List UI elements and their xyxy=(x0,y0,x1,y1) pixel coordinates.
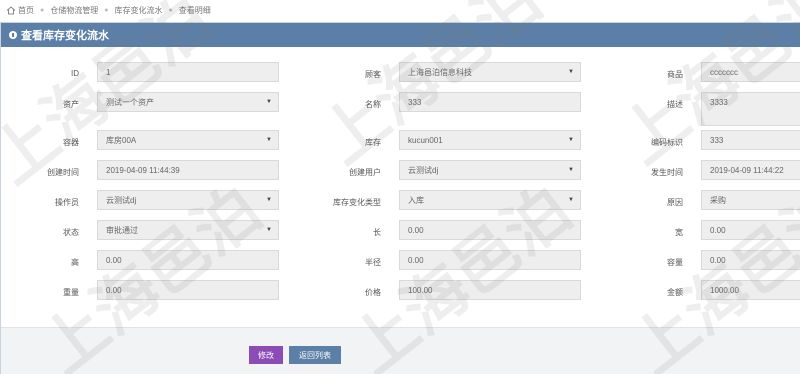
status-select[interactable]: 审批通过 ▼ xyxy=(97,220,279,240)
created-user-select[interactable]: 云测试dj ▼ xyxy=(399,160,581,180)
container-label: 容器 xyxy=(63,138,79,147)
reason-label: 原因 xyxy=(667,198,683,207)
asset-select[interactable]: 测试一个资产 ▼ xyxy=(97,92,279,112)
amount-label: 金额 xyxy=(667,288,683,297)
length-label: 长 xyxy=(373,228,381,237)
created-time-field: 2019-04-09 11:44:39 xyxy=(97,160,279,180)
occur-time-field: 2019-04-09 11:44:22 xyxy=(701,160,800,180)
chevron-down-icon: ▼ xyxy=(266,227,272,233)
height-field: 0.00 xyxy=(97,250,279,270)
product-label: 商品 xyxy=(667,70,683,79)
price-label: 价格 xyxy=(365,288,381,297)
chevron-down-icon: ▼ xyxy=(266,99,272,105)
name-label: 名称 xyxy=(365,100,381,109)
change-type-label: 库存变化类型 xyxy=(333,198,381,207)
volume-field: 0.00 xyxy=(701,250,800,270)
weight-field: 0.00 xyxy=(97,280,279,300)
breadcrumb-stock-flow[interactable]: 库存变化流水 xyxy=(114,5,162,16)
description-label: 描述 xyxy=(667,100,683,109)
chevron-down-icon: ▼ xyxy=(568,167,574,173)
name-field: 333 xyxy=(399,92,581,112)
height-label: 高 xyxy=(71,258,79,267)
detail-form: ID 1 顾客 上海邑泊信息科技 ▼ 商品 ccccccc 资产 测试一个资产 ▼ … xyxy=(1,47,800,327)
created-time-label: 创建时间 xyxy=(47,168,79,177)
breadcrumb-separator-icon: ● xyxy=(40,6,45,14)
breadcrumb-separator-icon: ● xyxy=(104,6,109,14)
code-field: 333 xyxy=(701,130,800,150)
chevron-down-icon: ▼ xyxy=(266,197,272,203)
width-label: 宽 xyxy=(675,228,683,237)
container-select[interactable]: 库房00A ▼ xyxy=(97,130,279,150)
chevron-down-icon: ▼ xyxy=(568,137,574,143)
home-icon[interactable] xyxy=(6,5,16,15)
product-field: ccccccc xyxy=(701,62,800,82)
chevron-down-icon: ▼ xyxy=(266,137,272,143)
customer-label: 顾客 xyxy=(365,70,381,79)
amount-field: 1000.00 xyxy=(701,280,800,300)
weight-label: 重量 xyxy=(63,288,79,297)
info-icon xyxy=(9,31,17,39)
status-label: 状态 xyxy=(63,228,79,237)
chevron-down-icon: ▼ xyxy=(568,69,574,75)
breadcrumb-separator-icon: ● xyxy=(168,6,173,14)
reason-field: 采购 xyxy=(701,190,800,210)
panel-title: 查看库存变化流水 xyxy=(21,30,109,42)
created-user-label: 创建用户 xyxy=(349,168,381,177)
form-footer: 修改 返回列表 xyxy=(1,327,800,374)
length-field: 0.00 xyxy=(399,220,581,240)
code-label: 编码标识 xyxy=(651,138,683,147)
id-field: 1 xyxy=(97,62,279,82)
description-field: 3333 xyxy=(701,92,800,126)
radius-label: 半径 xyxy=(365,258,381,267)
asset-label: 资产 xyxy=(63,100,79,109)
customer-select[interactable]: 上海邑泊信息科技 ▼ xyxy=(399,62,581,82)
panel-header: 查看库存变化流水 xyxy=(1,23,800,47)
price-field: 100.00 xyxy=(399,280,581,300)
back-to-list-button[interactable]: 返回列表 xyxy=(289,346,341,364)
change-type-select[interactable]: 入库 ▼ xyxy=(399,190,581,210)
chevron-down-icon: ▼ xyxy=(568,197,574,203)
volume-label: 容量 xyxy=(667,258,683,267)
breadcrumb: 首页 ● 仓储物流管理 ● 库存变化流水 ● 查看明细 xyxy=(6,2,211,18)
id-label: ID xyxy=(71,69,79,78)
operator-label: 操作员 xyxy=(55,198,79,207)
radius-field: 0.00 xyxy=(399,250,581,270)
stock-label: 库存 xyxy=(365,138,381,147)
stock-flow-panel: 查看库存变化流水 ID 1 顾客 上海邑泊信息科技 ▼ 商品 ccccccc 资产… xyxy=(0,22,800,374)
operator-select[interactable]: 云测试dj ▼ xyxy=(97,190,279,210)
modify-button[interactable]: 修改 xyxy=(249,346,283,364)
width-field: 0.00 xyxy=(701,220,800,240)
breadcrumb-current: 查看明细 xyxy=(178,5,211,15)
stock-select[interactable]: kucun001 ▼ xyxy=(399,130,581,150)
occur-time-label: 发生时间 xyxy=(651,168,683,177)
breadcrumb-warehouse[interactable]: 仓储物流管理 xyxy=(50,5,98,16)
breadcrumb-home[interactable]: 首页 xyxy=(18,5,34,16)
